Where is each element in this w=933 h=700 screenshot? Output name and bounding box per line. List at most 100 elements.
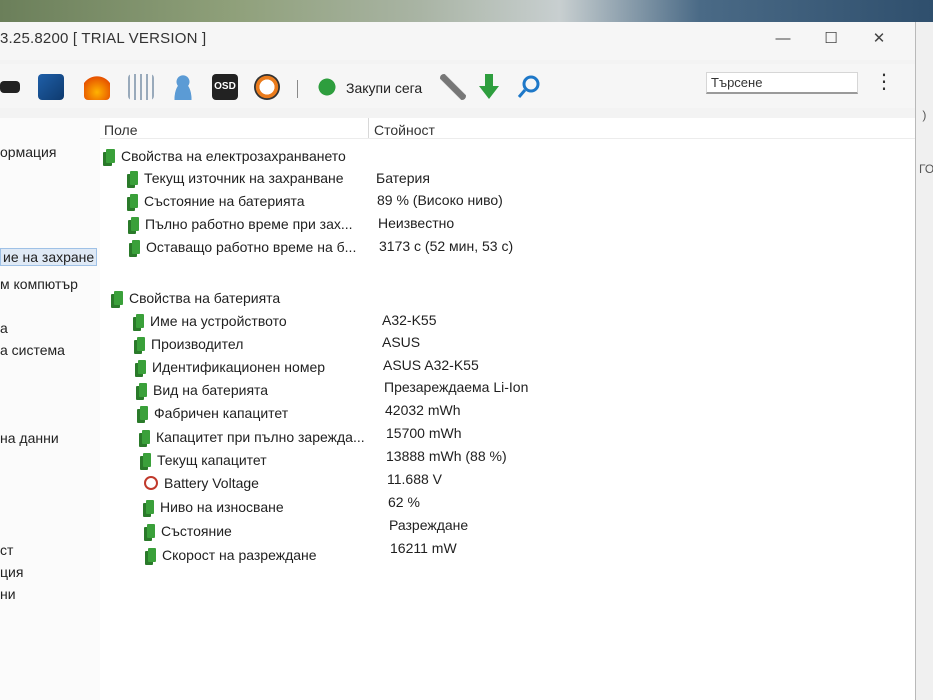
download-arrow-icon[interactable] (477, 74, 501, 100)
star-icon[interactable] (314, 74, 340, 100)
computer-icon[interactable] (38, 74, 64, 100)
table-row[interactable]: Пълно работно време при зах... (131, 216, 353, 232)
battery-icon (130, 171, 138, 185)
table-row[interactable]: Производител (137, 336, 243, 352)
section-battery-properties[interactable]: Свойства на батерията (114, 290, 280, 306)
user-icon[interactable] (170, 74, 196, 100)
tree-item[interactable]: ормация (0, 144, 56, 160)
row-value: Презареждаема Li-Ion (384, 379, 529, 395)
flame-icon[interactable] (84, 74, 110, 100)
report-icon[interactable] (0, 81, 20, 93)
row-field: Фабричен капацитет (154, 405, 289, 421)
tools-icon[interactable] (440, 74, 466, 100)
row-value: 3173 с (52 мин, 53 с) (379, 238, 514, 254)
row-field: Текущ капацитет (157, 452, 267, 468)
row-field: Battery Voltage (164, 475, 259, 491)
network-icon[interactable] (128, 74, 154, 100)
row-value: 62 % (388, 494, 420, 510)
table-row[interactable]: Оставащо работно време на б... (132, 239, 356, 255)
maximize-button[interactable]: ☐ (818, 28, 844, 50)
tree-item[interactable]: ни (0, 586, 16, 602)
toolbar-separator (297, 80, 298, 98)
battery-icon (106, 149, 115, 163)
tree-item[interactable]: м компютър (0, 276, 78, 292)
row-value: 15700 mWh (386, 425, 462, 441)
table-row[interactable]: Състояние (147, 523, 232, 539)
row-value: ASUS A32-K55 (383, 357, 479, 373)
close-button[interactable]: ✕ (866, 28, 892, 50)
row-value: 13888 mWh (88 %) (386, 448, 507, 464)
row-value: 16211 mW (390, 540, 457, 556)
row-field: Капацитет при пълно зарежда... (156, 429, 365, 445)
battery-icon (132, 240, 140, 254)
row-field: Вид на батерията (153, 382, 269, 398)
battery-icon (138, 360, 146, 374)
tree-item[interactable]: а система (0, 342, 65, 358)
row-field: Идентификационен номер (152, 359, 326, 375)
table-row[interactable]: Идентификационен номер (138, 359, 325, 375)
tree-item[interactable]: ция (0, 564, 23, 580)
battery-icon (142, 430, 150, 444)
background-window-edge: ) ГО (916, 22, 933, 700)
row-value: A32-K55 (382, 312, 437, 328)
edge-text: ) (919, 108, 927, 122)
row-value: Разреждане (389, 517, 469, 533)
search-icon[interactable] (516, 74, 542, 100)
battery-icon (130, 194, 138, 208)
table-row[interactable]: Ниво на износване (146, 499, 284, 515)
battery-icon (131, 217, 139, 231)
table-row[interactable]: Състояние на батерията (130, 193, 305, 209)
row-field: Състояние (161, 523, 232, 539)
row-field: Ниво на износване (160, 499, 284, 515)
table-row[interactable]: Име на устройството (136, 313, 287, 329)
header-divider (100, 138, 915, 139)
osd-icon[interactable]: OSD (212, 74, 238, 100)
tree-item[interactable]: на данни (0, 430, 59, 446)
more-options-button[interactable]: ⋮ (874, 72, 894, 92)
row-field: Пълно работно време при зах... (145, 216, 353, 232)
section-title: Свойства на електрозахранването (121, 148, 346, 164)
row-field: Скорост на разреждане (162, 547, 317, 563)
table-row[interactable]: Текущ капацитет (143, 452, 267, 468)
table-row[interactable]: Текущ източник на захранване (130, 170, 344, 186)
row-value: 11.688 V (387, 471, 443, 487)
row-value: Неизвестно (378, 215, 455, 231)
window-title: 3.25.8200 [ TRIAL VERSION ] (0, 30, 207, 47)
section-title: Свойства на батерията (129, 290, 281, 306)
tree-item-power-selected[interactable]: ие на захране (0, 248, 98, 266)
column-header-field[interactable]: Поле (104, 122, 138, 138)
battery-icon (140, 406, 148, 420)
battery-icon (139, 383, 147, 397)
row-field: Състояние на батерията (144, 193, 305, 209)
tree-item[interactable]: а (0, 320, 8, 336)
battery-icon (137, 337, 145, 351)
search-input[interactable] (706, 72, 858, 94)
battery-icon (147, 524, 155, 538)
battery-icon (136, 314, 144, 328)
table-row[interactable]: Капацитет при пълно зарежда... (142, 429, 365, 445)
row-field: Име на устройството (150, 313, 287, 329)
section-power-properties[interactable]: Свойства на електрозахранването (106, 148, 346, 164)
edge-text: ГО (919, 162, 933, 176)
navigation-tree: ормация ие на захране м компютър а а сис… (0, 118, 101, 700)
minimize-button[interactable]: — (770, 28, 796, 50)
tree-item[interactable]: ст (0, 542, 13, 558)
row-value: Батерия (376, 170, 430, 186)
table-row[interactable]: Фабричен капацитет (140, 405, 288, 421)
column-header-value[interactable]: Стойност (374, 122, 435, 138)
battery-icon (114, 291, 123, 305)
table-row[interactable]: Вид на батерията (139, 382, 268, 398)
buy-now-button[interactable]: Закупи сега (346, 80, 422, 96)
row-field: Оставащо работно време на б... (146, 239, 357, 255)
voltage-icon (144, 476, 158, 490)
column-divider[interactable] (368, 118, 369, 138)
table-row[interactable]: Battery Voltage (144, 475, 259, 491)
table-row[interactable]: Скорост на разреждане (148, 547, 317, 563)
row-field: Производител (151, 336, 244, 352)
properties-grid: Поле Стойност Свойства на електрозахранв… (100, 118, 915, 700)
row-value: 42032 mWh (385, 402, 461, 418)
battery-icon (143, 453, 151, 467)
gauge-icon[interactable] (254, 74, 280, 100)
row-field: Текущ източник на захранване (144, 170, 344, 186)
row-value: 89 % (Високо ниво) (377, 192, 503, 208)
